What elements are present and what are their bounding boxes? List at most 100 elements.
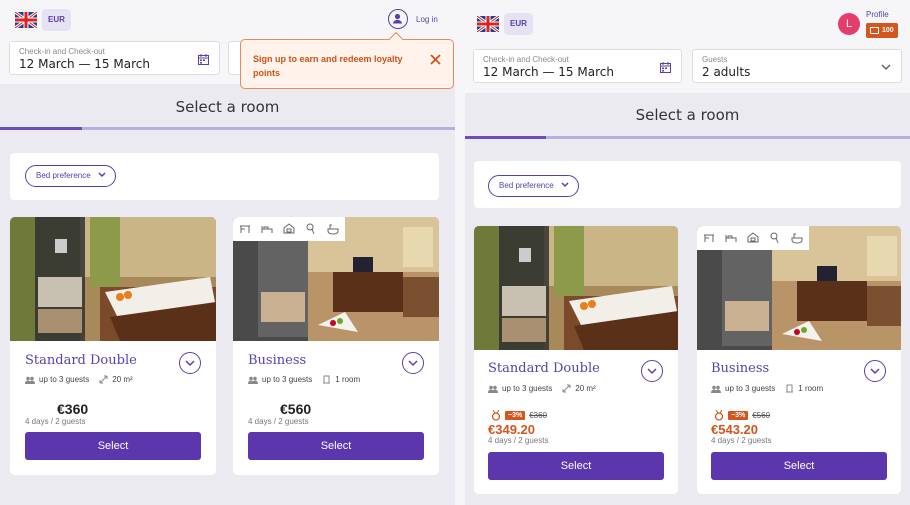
currency-button[interactable]: EUR <box>42 9 71 31</box>
area-icon <box>99 375 108 384</box>
filter-bar: Bed preference <box>474 161 901 208</box>
tab-indicator <box>465 136 910 139</box>
tooltip-text: Sign up to earn and redeem loyalty point… <box>253 54 403 78</box>
room-price: €360 <box>57 401 89 417</box>
tab-indicator <box>0 127 455 130</box>
room-card: Business up to 3 guests 1 room −3% €560 … <box>697 226 901 494</box>
screen-divider <box>455 0 465 505</box>
medal-icon <box>714 410 724 421</box>
page-title: Select a room <box>635 106 740 124</box>
expand-button[interactable] <box>864 360 886 382</box>
guests-field[interactable]: Guests 2 adults <box>692 49 902 83</box>
room-price: €349.20 <box>488 422 535 437</box>
room-price: €560 <box>280 401 312 417</box>
room-name[interactable]: Business <box>711 361 769 376</box>
door-icon <box>786 384 794 393</box>
hairdryer-icon <box>770 232 779 244</box>
room-name[interactable]: Standard Double <box>488 361 600 376</box>
bed-icon <box>725 235 737 242</box>
expand-button[interactable] <box>402 352 424 374</box>
room-card: Standard Double up to 3 guests 20 m² −3%… <box>474 226 678 494</box>
guests-label: Guests <box>702 55 728 64</box>
room-price: €543.20 <box>711 422 758 437</box>
select-button[interactable]: Select <box>488 452 664 480</box>
room-features: up to 3 guests 20 m² <box>488 384 596 393</box>
discount-row: −3% €560 <box>714 410 770 421</box>
expand-button[interactable] <box>179 352 201 374</box>
room-photo[interactable] <box>10 217 216 341</box>
area-icon <box>562 384 571 393</box>
calendar-icon <box>198 54 209 65</box>
room-count: 1 room <box>335 375 361 384</box>
filter-bar: Bed preference <box>10 153 439 200</box>
select-button[interactable]: Select <box>25 432 201 460</box>
page-title: Select a room <box>175 98 280 116</box>
guests-icon <box>25 376 35 384</box>
user-icon[interactable] <box>388 9 408 29</box>
login-link[interactable]: Log in <box>416 15 438 24</box>
bed-preference-label: Bed preference <box>499 181 554 190</box>
guests-icon <box>711 385 721 393</box>
chevron-down-icon <box>881 64 891 70</box>
close-icon[interactable] <box>430 54 441 65</box>
safe-icon <box>747 232 759 243</box>
old-price: €560 <box>752 411 771 420</box>
room-photo[interactable] <box>474 226 678 350</box>
amenities-bar <box>233 217 345 241</box>
right-screen: EUR L Profile 100 Check-in and Check-out… <box>465 0 910 505</box>
guests-icon <box>248 376 258 384</box>
room-count: 1 room <box>798 384 824 393</box>
dates-label: Check-in and Check-out <box>483 55 569 64</box>
guests-capacity: up to 3 guests <box>39 375 90 384</box>
currency-button[interactable]: EUR <box>504 13 533 35</box>
hairdryer-icon <box>306 223 315 235</box>
room-features: up to 3 guests 1 room <box>711 384 823 393</box>
uk-flag-icon[interactable] <box>477 16 499 32</box>
loyalty-points-badge[interactable]: 100 <box>866 23 898 38</box>
dates-label: Check-in and Check-out <box>19 47 105 56</box>
chevron-down-icon <box>408 360 418 367</box>
guests-capacity: up to 3 guests <box>502 384 553 393</box>
room-features: up to 3 guests 1 room <box>248 375 360 384</box>
wallet-icon <box>870 27 879 34</box>
dates-field[interactable]: Check-in and Check-out 12 March — 15 Mar… <box>9 41 220 75</box>
select-button[interactable]: Select <box>248 432 424 460</box>
bed-preference-label: Bed preference <box>36 171 91 180</box>
dates-field[interactable]: Check-in and Check-out 12 March — 15 Mar… <box>473 49 682 83</box>
stay-info: 4 days / 2 guests <box>488 436 549 445</box>
loyalty-tooltip: Sign up to earn and redeem loyalty point… <box>240 31 454 89</box>
bathroom-icon <box>791 233 803 244</box>
room-card: Business up to 3 guests 1 room €560 4 da… <box>233 217 439 475</box>
guests-value: 2 adults <box>702 65 751 79</box>
stay-info: 4 days / 2 guests <box>711 436 772 445</box>
profile-link[interactable]: Profile <box>866 10 889 19</box>
stay-info: 4 days / 2 guests <box>25 417 86 426</box>
dates-value: 12 March — 15 March <box>483 65 614 79</box>
expand-button[interactable] <box>641 360 663 382</box>
guests-capacity: up to 3 guests <box>725 384 776 393</box>
stay-info: 4 days / 2 guests <box>248 417 309 426</box>
desk-icon <box>240 225 250 233</box>
chevron-down-icon <box>561 182 569 188</box>
chevron-down-icon <box>98 172 106 178</box>
room-name[interactable]: Business <box>248 353 306 368</box>
bed-preference-dropdown[interactable]: Bed preference <box>488 175 579 197</box>
bed-icon <box>261 226 273 233</box>
room-features: up to 3 guests 20 m² <box>25 375 133 384</box>
room-size: 20 m² <box>112 375 133 384</box>
discount-badge: −3% <box>728 411 749 420</box>
discount-badge: −3% <box>505 411 526 420</box>
uk-flag-icon[interactable] <box>15 12 37 28</box>
bathroom-icon <box>327 224 339 235</box>
select-button[interactable]: Select <box>711 452 887 480</box>
safe-icon <box>283 223 295 234</box>
desk-icon <box>704 234 714 242</box>
dates-value: 12 March — 15 March <box>19 57 150 71</box>
room-size: 20 m² <box>575 384 596 393</box>
avatar[interactable]: L <box>838 13 860 35</box>
guests-icon <box>488 385 498 393</box>
room-name[interactable]: Standard Double <box>25 353 137 368</box>
room-card: Standard Double up to 3 guests 20 m² €36… <box>10 217 216 475</box>
guests-capacity: up to 3 guests <box>262 375 313 384</box>
bed-preference-dropdown[interactable]: Bed preference <box>25 165 116 187</box>
